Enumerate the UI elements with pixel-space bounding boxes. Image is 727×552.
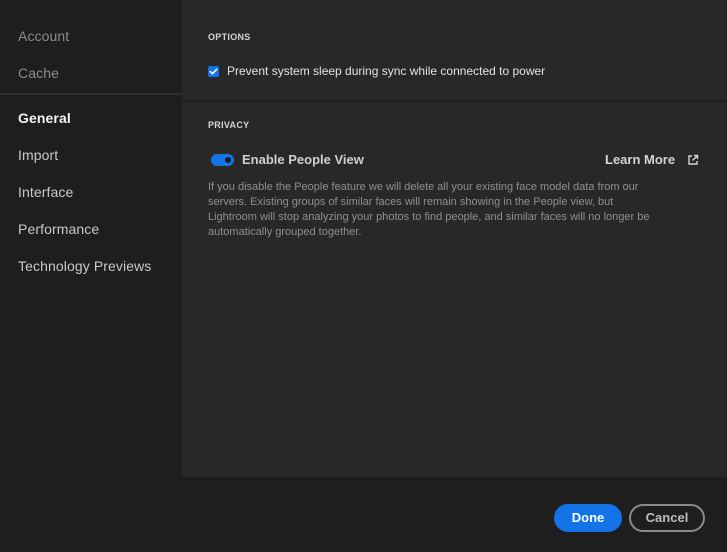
sidebar-item-technology-previews[interactable]: Technology Previews bbox=[18, 258, 151, 274]
cancel-button[interactable]: Cancel bbox=[629, 504, 705, 532]
preferences-content: OPTIONS Prevent system sleep during sync… bbox=[182, 0, 727, 477]
options-section-title: OPTIONS bbox=[208, 32, 251, 42]
external-link-icon[interactable] bbox=[687, 154, 699, 166]
sidebar-item-account[interactable]: Account bbox=[18, 28, 69, 44]
people-view-description: If you disable the People feature we wil… bbox=[208, 181, 650, 238]
sidebar-item-cache[interactable]: Cache bbox=[18, 65, 59, 81]
sidebar-divider bbox=[0, 93, 182, 95]
done-button[interactable]: Done bbox=[554, 504, 622, 532]
people-view-label: Enable People View bbox=[242, 152, 364, 167]
prevent-sleep-label[interactable]: Prevent system sleep during sync while c… bbox=[227, 64, 545, 78]
sidebar-item-general[interactable]: General bbox=[18, 110, 71, 126]
section-divider bbox=[182, 100, 727, 102]
sidebar-item-import[interactable]: Import bbox=[18, 147, 58, 163]
preferences-sidebar: Account Cache General Import Interface P… bbox=[0, 0, 182, 477]
people-view-toggle[interactable] bbox=[211, 154, 234, 166]
privacy-section-title: PRIVACY bbox=[208, 120, 250, 130]
sidebar-item-interface[interactable]: Interface bbox=[18, 184, 73, 200]
checkmark-icon bbox=[209, 68, 218, 75]
prevent-sleep-checkbox[interactable] bbox=[208, 66, 219, 77]
sidebar-item-performance[interactable]: Performance bbox=[18, 221, 99, 237]
learn-more-link[interactable]: Learn More bbox=[605, 152, 675, 167]
toggle-knob bbox=[225, 157, 231, 163]
